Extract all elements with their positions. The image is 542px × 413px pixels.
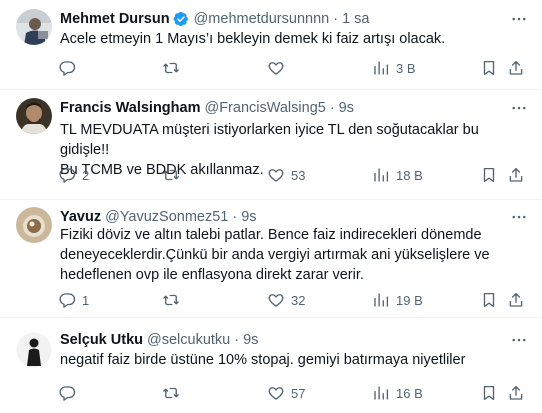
views-chart-icon <box>374 293 389 307</box>
like-button[interactable]: 53 <box>267 163 305 187</box>
views-chart-icon <box>374 386 389 400</box>
separator-dot: · <box>232 209 238 225</box>
avatar[interactable] <box>16 332 52 368</box>
tweet-actions: 57 16 B <box>52 381 528 405</box>
separator-dot: · <box>333 11 339 27</box>
views-count: 16 B <box>396 385 423 401</box>
bookmark-button[interactable] <box>480 56 498 80</box>
retweet-icon <box>163 294 179 306</box>
timestamp[interactable]: 1 sa <box>342 11 369 27</box>
views-count: 19 B <box>396 292 423 308</box>
tweet-item[interactable]: Mehmet Dursun @mehmetdursunnnn · 1 sa Ac… <box>0 0 542 90</box>
more-options-icon[interactable] <box>508 207 530 227</box>
share-button[interactable] <box>507 163 525 187</box>
separator-dot: · <box>234 332 240 348</box>
tweet-text: Acele etmeyin 1 Mayıs’ı bekleyin demek k… <box>60 31 446 47</box>
views-count: 3 B <box>396 60 416 76</box>
avatar[interactable] <box>16 207 52 243</box>
more-options-icon[interactable] <box>508 330 530 350</box>
like-button[interactable]: 32 <box>267 288 305 312</box>
author-name[interactable]: Selçuk Utku <box>60 332 143 348</box>
retweet-icon <box>163 169 179 181</box>
heart-icon <box>268 62 284 75</box>
reply-count: 1 <box>82 292 90 308</box>
separator-dot: · <box>329 100 335 116</box>
retweet-icon <box>163 387 179 399</box>
heart-icon <box>268 387 284 400</box>
author-handle[interactable]: @mehmetdursunnnn <box>194 11 330 27</box>
bookmark-button[interactable] <box>480 288 498 312</box>
like-count: 32 <box>291 292 306 308</box>
like-count: 53 <box>291 167 306 183</box>
retweet-button[interactable] <box>162 56 186 80</box>
like-count: 57 <box>291 385 306 401</box>
author-handle[interactable]: @YavuzSonmez51 <box>105 209 228 225</box>
share-button[interactable] <box>507 288 525 312</box>
tweet-text: negatif faiz birde üstüne 10% stopaj. ge… <box>60 352 466 368</box>
timestamp[interactable]: 9s <box>241 209 256 225</box>
tweet-actions: 2 53 18 B <box>52 163 528 187</box>
author-name[interactable]: Mehmet Dursun <box>60 11 170 27</box>
share-button[interactable] <box>507 381 525 405</box>
tweet-item[interactable]: Francis Walsingham @FrancisWalsing5 · 9s… <box>0 90 542 200</box>
views-chart-icon <box>374 168 389 182</box>
tweet-text: Fiziki döviz ve altın talebi patlar. Ben… <box>60 227 490 283</box>
like-button[interactable] <box>267 56 291 80</box>
more-options-icon[interactable] <box>508 98 530 118</box>
share-button[interactable] <box>507 56 525 80</box>
share-icon <box>509 385 523 400</box>
retweet-button[interactable] <box>162 381 186 405</box>
like-button[interactable]: 57 <box>267 381 305 405</box>
tweet-item[interactable]: Yavuz @YavuzSonmez51 · 9s Fiziki döviz v… <box>0 200 542 318</box>
timestamp[interactable]: 9s <box>339 100 354 116</box>
views-button[interactable]: 18 B <box>372 163 423 187</box>
reply-icon <box>59 168 76 183</box>
bookmark-icon <box>483 385 495 401</box>
tweet-feed: Mehmet Dursun @mehmetdursunnnn · 1 sa Ac… <box>0 0 542 413</box>
reply-button[interactable] <box>58 381 82 405</box>
reply-icon <box>59 293 76 308</box>
retweet-button[interactable] <box>162 288 186 312</box>
bookmark-button[interactable] <box>480 381 498 405</box>
verified-badge-icon <box>173 11 188 27</box>
author-handle[interactable]: @FrancisWalsing5 <box>204 100 325 116</box>
share-icon <box>509 167 523 182</box>
timestamp[interactable]: 9s <box>243 332 258 348</box>
views-button[interactable]: 16 B <box>372 381 423 405</box>
reply-button[interactable]: 2 <box>58 163 89 187</box>
bookmark-icon <box>483 167 495 183</box>
views-button[interactable]: 3 B <box>372 56 416 80</box>
author-name[interactable]: Francis Walsingham <box>60 100 200 116</box>
tweet-actions: 3 B <box>52 56 528 80</box>
more-options-icon[interactable] <box>508 9 530 29</box>
author-handle[interactable]: @selcukutku <box>147 332 230 348</box>
tweet-item[interactable]: Selçuk Utku @selcukutku · 9s negatif fai… <box>0 318 542 413</box>
avatar[interactable] <box>16 9 52 45</box>
share-icon <box>509 60 523 75</box>
views-chart-icon <box>374 61 389 75</box>
reply-button[interactable]: 1 <box>58 288 89 312</box>
reply-icon <box>59 386 76 401</box>
tweet-actions: 1 32 19 B <box>52 288 528 312</box>
views-button[interactable]: 19 B <box>372 288 423 312</box>
views-count: 18 B <box>396 167 423 183</box>
author-name[interactable]: Yavuz <box>60 209 101 225</box>
bookmark-button[interactable] <box>480 163 498 187</box>
bookmark-icon <box>483 60 495 76</box>
reply-button[interactable] <box>58 56 82 80</box>
reply-icon <box>59 61 76 76</box>
avatar[interactable] <box>16 98 52 134</box>
retweet-button[interactable] <box>162 163 186 187</box>
heart-icon <box>268 169 284 182</box>
reply-count: 2 <box>82 167 90 183</box>
bookmark-icon <box>483 292 495 308</box>
share-icon <box>509 292 523 307</box>
retweet-icon <box>163 62 179 74</box>
heart-icon <box>268 294 284 307</box>
